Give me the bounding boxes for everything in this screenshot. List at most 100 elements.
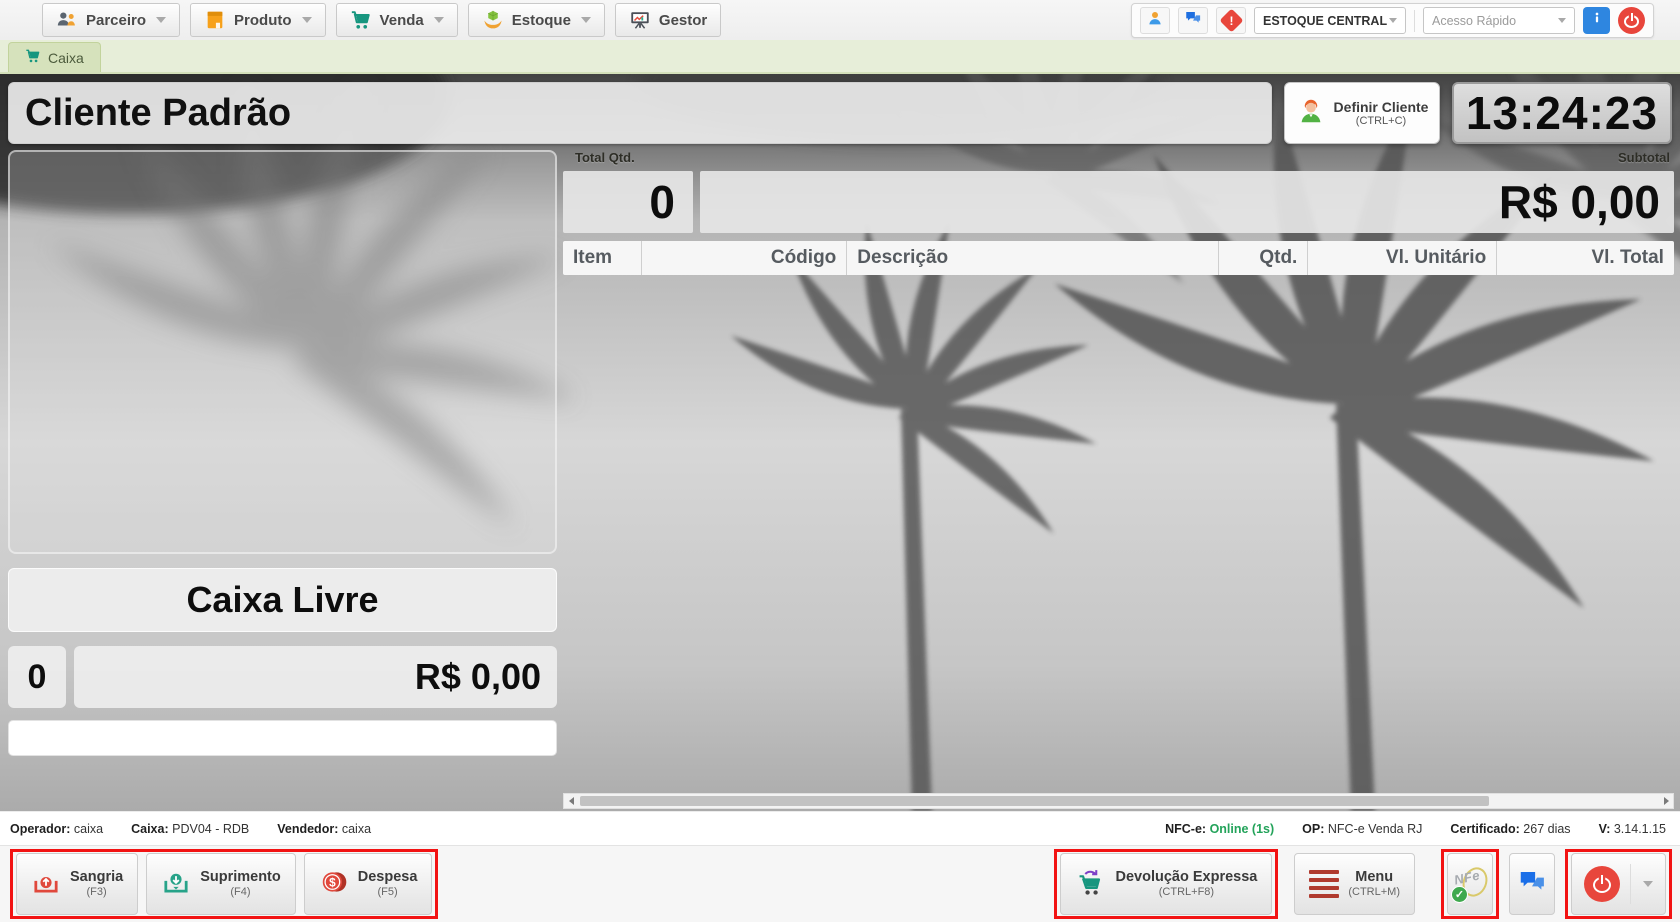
user-profile-button[interactable] <box>1140 7 1170 34</box>
user-avatar-icon <box>1146 9 1164 32</box>
status-operator: Operador: caixa <box>10 822 103 836</box>
define-customer-button[interactable]: Definir Cliente (CTRL+C) <box>1284 82 1440 144</box>
quick-access-placeholder: Acesso Rápido <box>1432 14 1516 28</box>
chevron-down-icon <box>302 17 312 23</box>
info-icon <box>1589 10 1605 31</box>
exit-button[interactable] <box>1571 853 1666 915</box>
menu-label: Menu <box>1348 869 1400 886</box>
despesa-shortcut: (F5) <box>358 886 418 899</box>
status-nfce: NFC-e: Online (1s) <box>1165 822 1274 836</box>
svg-text:$: $ <box>329 876 336 889</box>
cart-icon <box>350 9 372 31</box>
total-qty-label: Total Qtd. <box>575 150 635 168</box>
menu-gestor-label: Gestor <box>659 12 707 29</box>
stock-hands-icon <box>482 9 504 31</box>
top-right-toolbar: ! ESTOQUE CENTRAL Acesso Rápido <box>1131 3 1654 38</box>
subtotal-value: R$ 0,00 <box>700 171 1674 233</box>
menubar: Parceiro Produto Venda <box>0 0 1680 40</box>
horizontal-scrollbar[interactable] <box>563 793 1674 809</box>
menu-parceiro[interactable]: Parceiro <box>42 3 180 37</box>
register-state-box: Caixa Livre <box>8 568 557 632</box>
chevron-down-icon <box>581 17 591 23</box>
nfe-highlight: NFe ✓ <box>1441 849 1499 919</box>
suprimento-label: Suprimento <box>200 869 281 886</box>
col-descricao: Descrição <box>846 241 1218 275</box>
status-certificate: Certificado: 267 dias <box>1450 822 1570 836</box>
cart-icon <box>25 48 41 67</box>
product-box-icon <box>204 9 226 31</box>
customer-name-bar: Cliente Padrão <box>8 82 1272 144</box>
power-icon <box>1624 13 1639 28</box>
customer-avatar-icon <box>1296 96 1326 131</box>
col-qtd: Qtd. <box>1218 241 1307 275</box>
quick-access-select[interactable]: Acesso Rápido <box>1423 7 1575 34</box>
menu-venda[interactable]: Venda <box>336 3 458 37</box>
scroll-left-arrow[interactable] <box>564 794 578 808</box>
tab-caixa-label: Caixa <box>48 50 84 66</box>
customer-name: Cliente Padrão <box>25 92 291 135</box>
sangria-label: Sangria <box>70 869 123 886</box>
alerts-button[interactable]: ! <box>1216 7 1246 34</box>
tab-caixa[interactable]: Caixa <box>8 42 101 72</box>
menu-venda-label: Venda <box>380 12 424 29</box>
support-chat-button[interactable] <box>1509 853 1555 915</box>
exit-options-caret[interactable] <box>1643 881 1653 887</box>
register-state-label: Caixa Livre <box>186 579 378 621</box>
devolucao-expressa-button[interactable]: Devolução Expressa(CTRL+F8) <box>1060 853 1273 915</box>
cash-out-icon <box>31 867 61 902</box>
despesa-button[interactable]: $ Despesa(F5) <box>304 853 433 915</box>
col-item: Item <box>563 241 641 275</box>
actionbar: Sangria(F3) Suprimento(F4) $ Despesa(F5) <box>0 845 1680 922</box>
chevron-down-icon <box>1558 18 1566 23</box>
chevron-down-icon <box>434 17 444 23</box>
chat-bubbles-icon <box>1517 867 1547 902</box>
statusbar: Operador: caixa Caixa: PDV04 - RDB Vende… <box>0 811 1680 845</box>
nfe-stamp-icon: NFe ✓ <box>1453 867 1487 901</box>
menu-gestor[interactable]: Gestor <box>615 3 721 37</box>
cash-in-icon <box>161 867 191 902</box>
current-quantity-box: 0 <box>8 646 66 708</box>
total-qty-value: 0 <box>563 171 693 233</box>
subtotal-label: Subtotal <box>1618 150 1670 168</box>
check-icon: ✓ <box>1451 886 1468 903</box>
sangria-button[interactable]: Sangria(F3) <box>16 853 138 915</box>
sale-header-row: Cliente Padrão Definir Cliente (CTRL+C) … <box>8 82 1672 144</box>
devolucao-highlight: Devolução Expressa(CTRL+F8) <box>1054 849 1279 919</box>
tabbar: Caixa <box>0 40 1680 74</box>
menu-produto-label: Produto <box>234 12 292 29</box>
suprimento-button[interactable]: Suprimento(F4) <box>146 853 296 915</box>
nfe-status-button[interactable]: NFe ✓ <box>1447 853 1493 915</box>
cash-operations-highlight: Sangria(F3) Suprimento(F4) $ Despesa(F5) <box>10 849 438 919</box>
info-button[interactable] <box>1583 7 1610 34</box>
menu-button[interactable]: Menu(CTRL+M) <box>1294 853 1415 915</box>
devolucao-label: Devolução Expressa <box>1116 869 1258 886</box>
clock: 13:24:23 <box>1452 82 1672 144</box>
col-vl-unitario: Vl. Unitário <box>1307 241 1496 275</box>
status-seller: Vendedor: caixa <box>277 822 371 836</box>
menu-estoque-label: Estoque <box>512 12 571 29</box>
dashboard-board-icon <box>629 9 651 31</box>
menu-produto[interactable]: Produto <box>190 3 326 37</box>
main-area: Cliente Padrão Definir Cliente (CTRL+C) … <box>0 74 1680 811</box>
chat-bubbles-icon <box>1184 9 1202 32</box>
menubar-items: Parceiro Produto Venda <box>42 3 721 37</box>
sale-items-area <box>563 275 1674 791</box>
devolucao-shortcut: (CTRL+F8) <box>1116 886 1258 899</box>
current-amount-box: R$ 0,00 <box>74 646 557 708</box>
logout-button[interactable] <box>1618 7 1645 34</box>
power-icon <box>1584 866 1620 902</box>
store-select[interactable]: ESTOQUE CENTRAL <box>1254 7 1406 34</box>
chevron-down-icon <box>1389 18 1397 23</box>
menu-estoque[interactable]: Estoque <box>468 3 605 37</box>
return-cart-icon <box>1075 866 1107 903</box>
hamburger-menu-icon <box>1309 870 1339 898</box>
exit-highlight <box>1565 849 1672 919</box>
messages-button[interactable] <box>1178 7 1208 34</box>
chevron-down-icon <box>156 17 166 23</box>
left-panel: Caixa Livre 0 R$ 0,00 <box>8 150 557 756</box>
despesa-label: Despesa <box>358 869 418 886</box>
pdv-app: Parceiro Produto Venda <box>0 0 1680 922</box>
scrollbar-thumb[interactable] <box>580 796 1489 806</box>
scroll-right-arrow[interactable] <box>1659 794 1673 808</box>
product-code-input[interactable] <box>8 720 557 756</box>
